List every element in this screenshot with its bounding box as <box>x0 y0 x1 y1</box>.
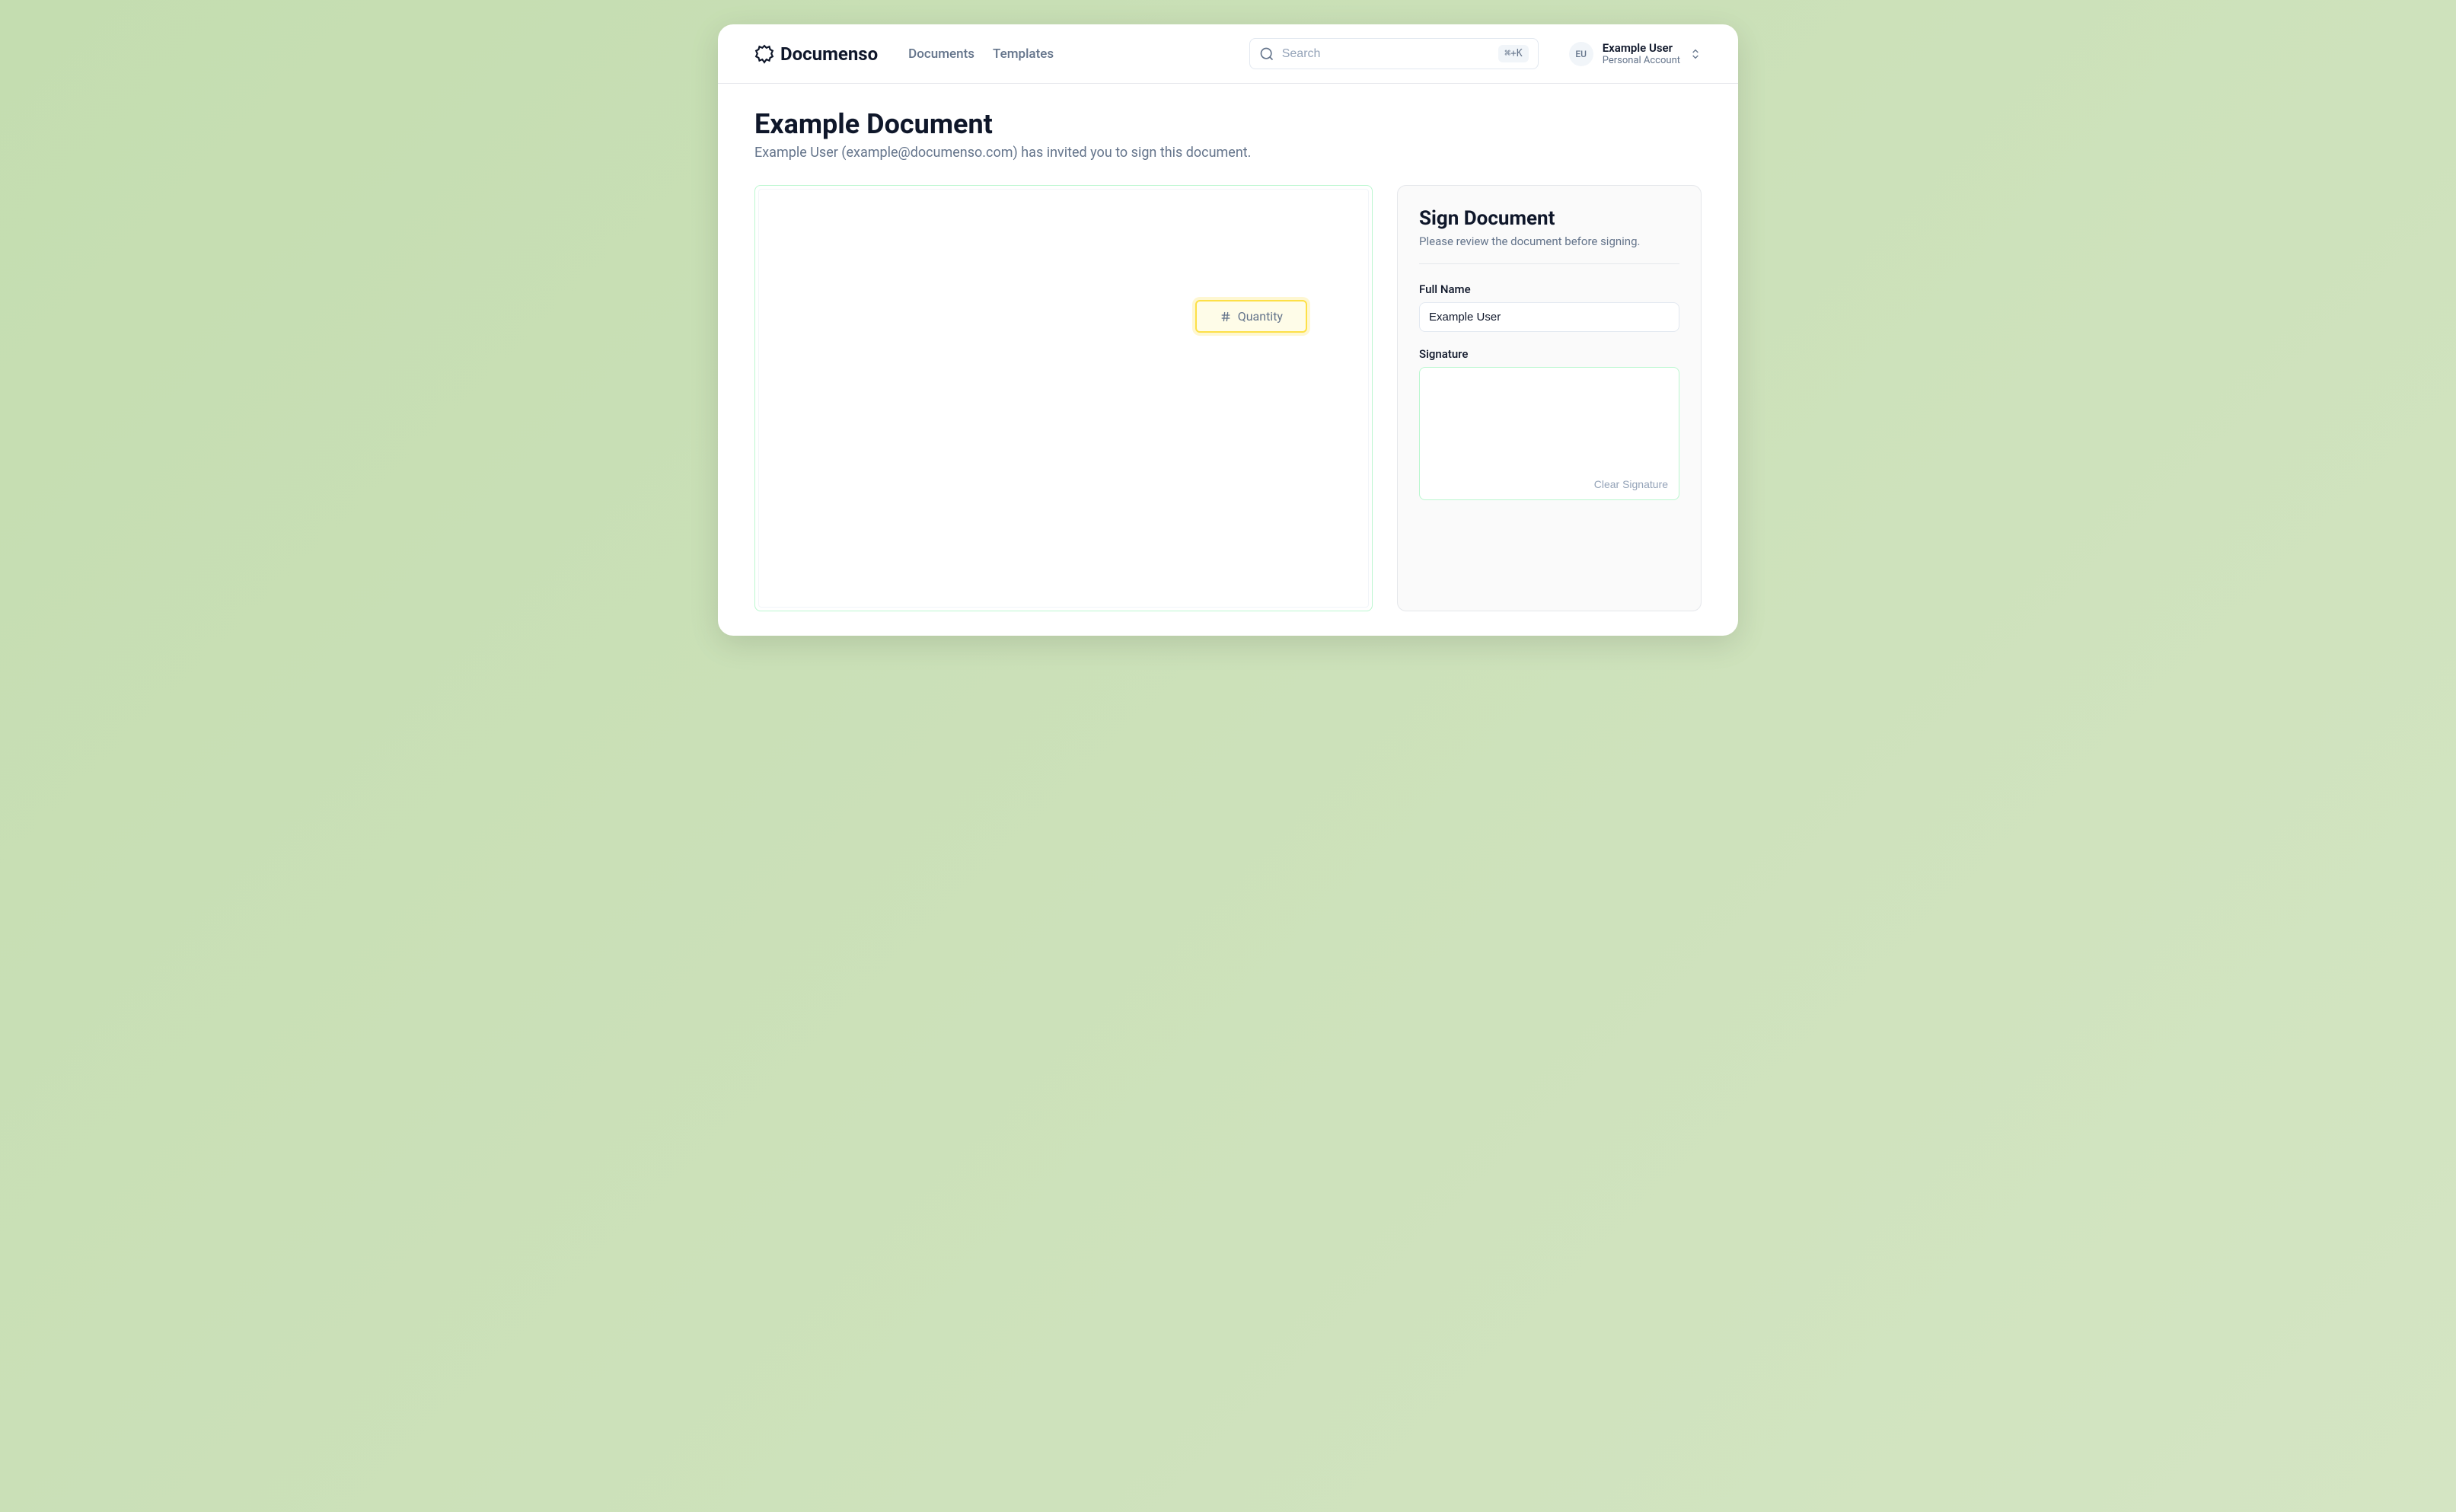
sidebar-subtitle: Please review the document before signin… <box>1419 234 1679 264</box>
sign-sidebar: Sign Document Please review the document… <box>1397 185 1702 611</box>
sidebar-title: Sign Document <box>1419 207 1679 230</box>
avatar: EU <box>1569 42 1593 66</box>
clear-signature-button[interactable]: Clear Signature <box>1594 478 1668 490</box>
logo[interactable]: Documenso <box>754 43 878 65</box>
logo-icon <box>754 44 774 64</box>
search-input[interactable] <box>1282 47 1491 61</box>
main-nav: Documents Templates <box>908 46 1054 62</box>
user-info: Example User Personal Account <box>1603 41 1680 66</box>
search-box[interactable]: ⌘+K <box>1249 38 1539 69</box>
header: Documenso Documents Templates ⌘+K EU Exa… <box>718 24 1738 84</box>
quantity-field[interactable]: Quantity <box>1195 300 1307 333</box>
user-role: Personal Account <box>1603 55 1680 66</box>
page-subtitle: Example User (example@documenso.com) has… <box>754 145 1702 161</box>
fullname-input[interactable] <box>1419 302 1679 332</box>
fullname-label: Full Name <box>1419 282 1679 296</box>
chevron-up-down-icon <box>1689 48 1702 60</box>
app-container: Documenso Documents Templates ⌘+K EU Exa… <box>718 24 1738 636</box>
nav-templates[interactable]: Templates <box>993 46 1054 62</box>
signature-canvas[interactable]: Clear Signature <box>1419 367 1679 500</box>
document-page: Quantity <box>758 189 1369 608</box>
brand-name: Documenso <box>780 43 878 65</box>
page-title: Example Document <box>754 108 1702 140</box>
signature-label: Signature <box>1419 347 1679 361</box>
search-shortcut: ⌘+K <box>1498 45 1528 62</box>
search-icon <box>1259 46 1274 62</box>
document-viewer[interactable]: Quantity <box>754 185 1373 611</box>
signature-group: Signature Clear Signature <box>1419 347 1679 500</box>
user-menu[interactable]: EU Example User Personal Account <box>1569 41 1702 66</box>
field-label: Quantity <box>1238 309 1283 324</box>
hash-icon <box>1220 311 1232 323</box>
user-name: Example User <box>1603 41 1680 55</box>
main-area: Quantity Sign Document Please review the… <box>754 185 1702 611</box>
fullname-group: Full Name <box>1419 282 1679 332</box>
nav-documents[interactable]: Documents <box>908 46 974 62</box>
content: Example Document Example User (example@d… <box>718 84 1738 636</box>
